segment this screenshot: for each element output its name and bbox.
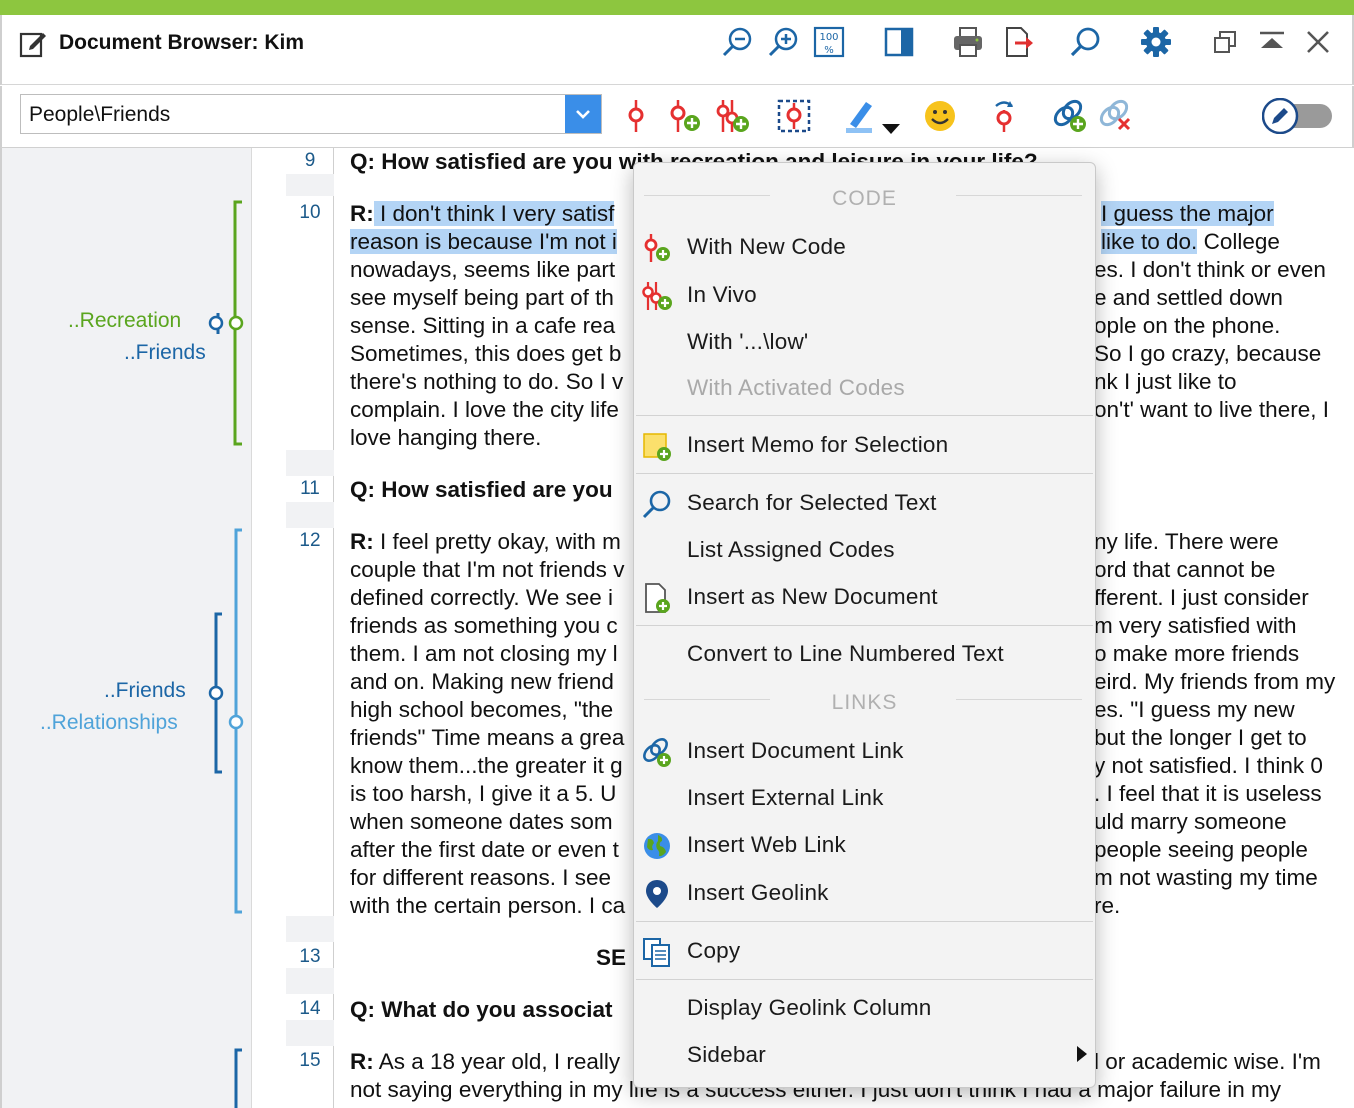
collapse-window-icon[interactable] <box>1255 25 1289 59</box>
window-title: Document Browser: Kim <box>59 31 305 54</box>
menu-item-insert-memo[interactable]: Insert Memo for Selection <box>687 432 948 458</box>
code-with-activated-icon[interactable] <box>774 96 814 136</box>
code-strip-label[interactable]: ..Relationships <box>40 711 178 735</box>
zoom-100-icon[interactable]: 100% <box>812 25 846 59</box>
menu-item-display-geolink-column[interactable]: Display Geolink Column <box>687 995 932 1021</box>
menu-item-convert-line-numbered[interactable]: Convert to Line Numbered Text <box>687 641 1004 667</box>
svg-text:100: 100 <box>819 32 838 43</box>
line-number: 11 <box>300 478 320 499</box>
document-link-icon <box>640 735 674 769</box>
menu-item-copy[interactable]: Copy <box>687 938 740 964</box>
paragraph-gap <box>286 1020 334 1046</box>
window-accent-bar <box>0 0 1354 15</box>
document-edit-icon <box>18 29 48 59</box>
paragraph-14[interactable]: Q: What do you associat <box>350 996 613 1024</box>
code-new-icon <box>640 231 674 265</box>
memo-icon <box>640 429 674 463</box>
menu-item-in-vivo[interactable]: In Vivo <box>687 282 757 308</box>
paragraph-10[interactable]: R: I don't think I very satisf reason is… <box>350 200 623 452</box>
paragraph-gap <box>286 450 334 476</box>
line-number: 10 <box>299 202 321 223</box>
code-in-vivo-icon <box>640 279 674 313</box>
code-selection-icon[interactable] <box>616 96 656 136</box>
menu-item-with-new-code[interactable]: With New Code <box>687 234 846 260</box>
new-document-icon <box>640 581 674 615</box>
paragraph-10-right-rest[interactable]: es. I don't think or even e and settled … <box>1094 256 1329 424</box>
remove-link-icon[interactable] <box>1096 96 1136 136</box>
line-number: 12 <box>299 530 321 551</box>
edit-mode-toggle-icon[interactable] <box>1262 98 1334 134</box>
line-number: 15 <box>299 1050 321 1071</box>
code-selector-dropdown[interactable]: People\Friends <box>20 94 602 134</box>
line-number: 13 <box>299 946 321 967</box>
paragraph-11[interactable]: Q: How satisfied are you <box>350 476 613 504</box>
restore-window-icon[interactable] <box>1208 25 1242 59</box>
line-number: 14 <box>299 998 321 1019</box>
zoom-in-icon[interactable] <box>766 25 800 59</box>
undo-coding-icon[interactable] <box>984 96 1024 136</box>
menu-item-list-assigned-codes[interactable]: List Assigned Codes <box>687 537 895 563</box>
paragraph-12[interactable]: R: I feel pretty okay, with m couple tha… <box>350 528 625 920</box>
highlight-color-chevron-icon[interactable] <box>882 124 900 134</box>
code-selector-value: People\Friends <box>29 103 171 126</box>
code-new-icon[interactable] <box>664 96 704 136</box>
line-number: 9 <box>304 150 316 171</box>
zoom-out-icon[interactable] <box>720 25 754 59</box>
paragraph-15-right[interactable]: l or academic wise. I'm <box>1094 1048 1321 1076</box>
code-strip-label[interactable]: ..Friends <box>104 679 186 703</box>
menu-section-code: CODE <box>832 187 897 210</box>
settings-icon[interactable] <box>1139 25 1173 59</box>
search-icon[interactable] <box>1068 25 1102 59</box>
code-strip: ..Recreation ..Friends ..Friends ..Relat… <box>0 148 252 1108</box>
menu-item-with-code[interactable]: With '...\low' <box>687 329 808 355</box>
print-icon[interactable] <box>951 25 985 59</box>
menu-item-insert-new-document[interactable]: Insert as New Document <box>687 584 938 610</box>
code-strip-label[interactable]: ..Recreation <box>68 309 181 333</box>
search-icon <box>640 487 674 521</box>
code-in-vivo-icon[interactable] <box>712 96 752 136</box>
menu-item-insert-external-link[interactable]: Insert External Link <box>687 785 884 811</box>
paragraph-gap <box>286 968 334 994</box>
panel-toggle-icon[interactable] <box>882 25 916 59</box>
paragraph-10-right[interactable]: I guess the major like to do. College <box>1101 200 1280 256</box>
menu-item-search-selected[interactable]: Search for Selected Text <box>687 490 937 516</box>
paragraph-gap <box>286 916 334 942</box>
title-bar: Document Browser: Kim 100% <box>0 15 1354 85</box>
export-icon[interactable] <box>1002 25 1036 59</box>
globe-icon <box>640 829 674 863</box>
menu-section-links: LINKS <box>831 691 898 714</box>
svg-text:%: % <box>824 45 834 56</box>
paragraph-gap <box>286 174 334 196</box>
paragraph-12-right[interactable]: ny life. There were ord that cannot be f… <box>1094 528 1335 920</box>
memo-column <box>252 148 286 1108</box>
menu-item-insert-document-link[interactable]: Insert Document Link <box>687 738 904 764</box>
close-icon[interactable] <box>1301 25 1335 59</box>
insert-link-icon[interactable] <box>1050 96 1090 136</box>
highlight-pen-icon[interactable] <box>840 96 880 136</box>
emoticode-icon[interactable] <box>920 96 960 136</box>
map-pin-icon <box>640 877 674 911</box>
copy-icon <box>640 935 674 969</box>
chevron-down-icon[interactable] <box>565 95 601 133</box>
menu-item-insert-geolink[interactable]: Insert Geolink <box>687 880 829 906</box>
coding-toolbar: People\Friends <box>0 86 1354 148</box>
code-strip-label[interactable]: ..Friends <box>124 341 206 365</box>
context-menu: CODE With New Code In Vivo With '...\low… <box>633 162 1096 1088</box>
menu-item-with-activated-codes: With Activated Codes <box>687 375 905 400</box>
menu-item-sidebar[interactable]: Sidebar <box>687 1042 766 1068</box>
menu-item-insert-web-link[interactable]: Insert Web Link <box>687 832 846 858</box>
submenu-arrow-icon <box>1077 1046 1087 1062</box>
paragraph-gap <box>286 502 334 528</box>
paragraph-13[interactable]: SE <box>596 944 626 972</box>
